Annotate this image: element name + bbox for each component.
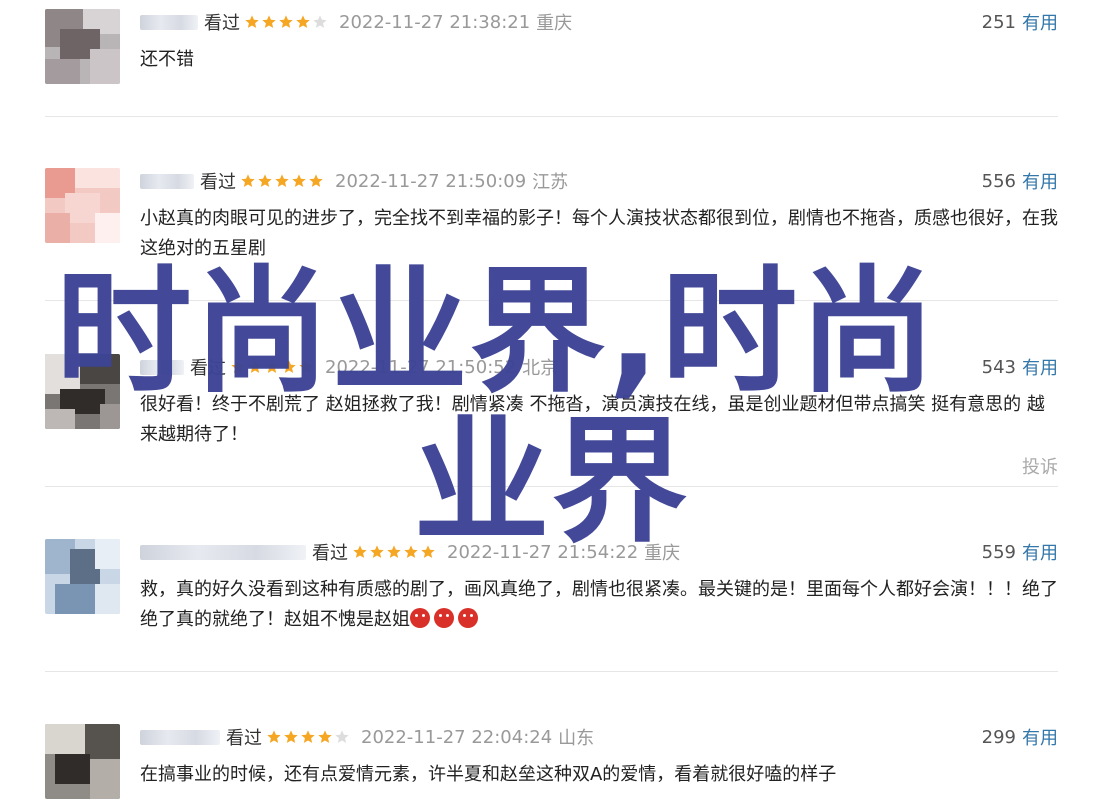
review-time: 2022-11-27 21:38:21 bbox=[339, 11, 531, 33]
overlay-line-1: 时尚业界,时尚 bbox=[55, 254, 938, 412]
star-empty-icon bbox=[335, 730, 349, 743]
review-location: 江苏 bbox=[532, 172, 569, 193]
avatar[interactable] bbox=[45, 9, 120, 84]
star-filled-icon bbox=[301, 730, 315, 743]
vote-count: 251 bbox=[981, 11, 1016, 33]
review-content: 在搞事业的时候，还有点爱情元素，许半夏和赵垒这种双A的爱情，看着就很好嗑的样子 bbox=[140, 764, 837, 785]
username[interactable] bbox=[140, 173, 194, 189]
vote-count: 299 bbox=[981, 726, 1016, 748]
star-filled-icon bbox=[241, 174, 255, 187]
rating-stars bbox=[244, 14, 329, 30]
useful-button[interactable]: 有用 bbox=[1022, 168, 1058, 194]
star-filled-icon bbox=[318, 730, 332, 743]
review-time: 2022-11-27 21:50:09 bbox=[335, 170, 527, 192]
review-meta: 看过 2022-11-27 21:38:21 重庆 bbox=[140, 9, 572, 35]
review-location: 山东 bbox=[558, 728, 595, 749]
overlay-title: 时尚业界,时尚 业界 bbox=[0, 258, 1113, 558]
review-time: 2022-11-27 22:04:24 bbox=[361, 726, 553, 748]
vote-area: 299 有用 bbox=[982, 724, 1058, 750]
review-location: 重庆 bbox=[536, 13, 573, 34]
review-content: 救，真的好久没看到这种有质感的剧了，画风真绝了，剧情也很紧凑。最关键的是！里面每… bbox=[140, 575, 1058, 635]
star-filled-icon bbox=[262, 15, 276, 28]
watched-label: 看过 bbox=[200, 172, 236, 193]
review-content: 还不错 bbox=[140, 49, 194, 70]
angry-face-icon bbox=[434, 608, 454, 628]
star-filled-icon bbox=[258, 174, 272, 187]
angry-face-icon bbox=[410, 608, 430, 628]
overlay-line-2: 业界 bbox=[413, 404, 690, 562]
rating-stars bbox=[266, 729, 351, 745]
avatar[interactable] bbox=[45, 724, 120, 799]
review-meta: 看过 2022-11-27 21:50:09 江苏 bbox=[140, 168, 568, 194]
review-meta: 看过 2022-11-27 22:04:24 山东 bbox=[140, 724, 594, 750]
watched-label: 看过 bbox=[204, 13, 240, 34]
divider bbox=[45, 671, 1058, 672]
divider bbox=[45, 116, 1058, 117]
useful-button[interactable]: 有用 bbox=[1022, 9, 1058, 35]
star-filled-icon bbox=[279, 15, 293, 28]
vote-area: 556 有用 bbox=[982, 168, 1058, 194]
star-filled-icon bbox=[309, 174, 323, 187]
star-filled-icon bbox=[284, 730, 298, 743]
star-filled-icon bbox=[275, 174, 289, 187]
avatar[interactable] bbox=[45, 168, 120, 243]
vote-area: 251 有用 bbox=[982, 9, 1058, 35]
star-filled-icon bbox=[267, 730, 281, 743]
rating-stars bbox=[240, 173, 325, 189]
username[interactable] bbox=[140, 729, 220, 745]
star-filled-icon bbox=[292, 174, 306, 187]
star-filled-icon bbox=[296, 15, 310, 28]
vote-count: 556 bbox=[981, 170, 1016, 192]
star-empty-icon bbox=[313, 15, 327, 28]
watched-label: 看过 bbox=[226, 728, 262, 749]
useful-button[interactable]: 有用 bbox=[1022, 724, 1058, 750]
star-filled-icon bbox=[245, 15, 259, 28]
username[interactable] bbox=[140, 14, 198, 30]
angry-face-icon bbox=[458, 608, 478, 628]
review-content-text: 救，真的好久没看到这种有质感的剧了，画风真绝了，剧情也很紧凑。最关键的是！里面每… bbox=[140, 579, 1058, 630]
